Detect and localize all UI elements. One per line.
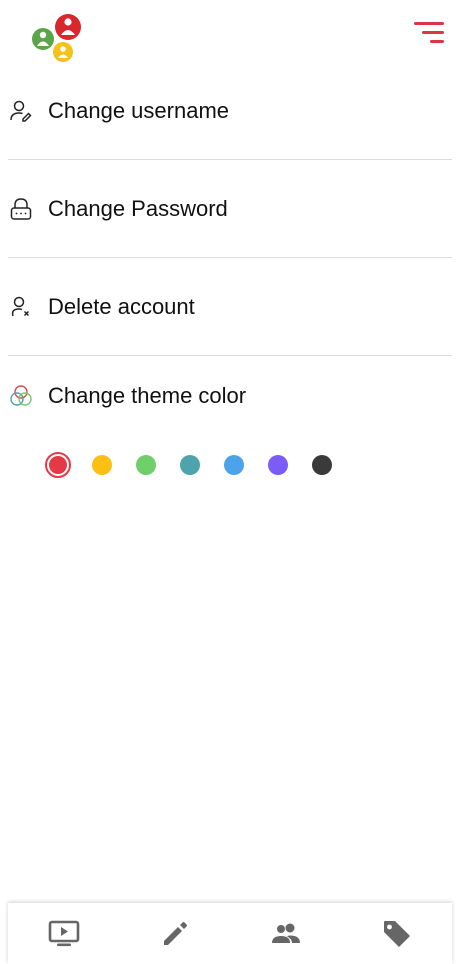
theme-color-swatch[interactable] [45, 452, 71, 478]
change-theme-color-item[interactable]: Change theme color [8, 356, 452, 436]
change-theme-color-label: Change theme color [48, 383, 247, 408]
change-password-label: Change Password [48, 195, 228, 221]
theme-color-swatch[interactable] [224, 455, 244, 475]
theme-color-swatch[interactable] [136, 455, 156, 475]
nav-people-button[interactable] [256, 908, 316, 960]
tag-icon [383, 920, 410, 947]
nav-tags-button[interactable] [367, 908, 427, 960]
color-circles-icon [8, 383, 34, 409]
people-circles-logo[interactable] [30, 12, 86, 64]
delete-account-label: Delete account [48, 293, 195, 319]
lock-icon [8, 196, 34, 222]
change-username-label: Change username [48, 97, 230, 123]
people-icon [271, 923, 300, 943]
change-username-item[interactable]: Change username [8, 62, 452, 160]
nav-edit-button[interactable] [145, 908, 205, 960]
user-edit-icon [8, 98, 34, 124]
pencil-icon [163, 921, 187, 945]
filter-menu-icon[interactable] [414, 18, 446, 50]
play-screen-icon [48, 920, 79, 946]
change-password-item[interactable]: Change Password [8, 160, 452, 258]
user-remove-icon [8, 294, 34, 320]
theme-color-swatch[interactable] [312, 455, 332, 475]
theme-color-swatches [45, 452, 356, 478]
delete-account-item[interactable]: Delete account [8, 258, 452, 356]
bottom-navigation [8, 903, 452, 964]
nav-videos-button[interactable] [34, 908, 94, 960]
theme-color-swatch[interactable] [180, 455, 200, 475]
settings-list: Change username Change Password Delete a… [8, 62, 452, 436]
theme-color-swatch[interactable] [92, 455, 112, 475]
theme-color-swatch[interactable] [268, 455, 288, 475]
